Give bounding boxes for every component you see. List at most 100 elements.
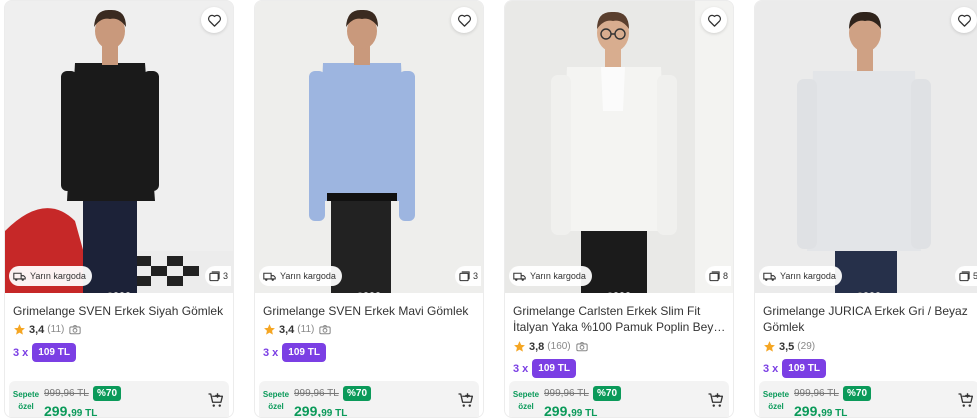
- rating-score: 3,5: [779, 340, 795, 353]
- price-box: Sepete özel 999,96 TL %70 299,99 TL: [759, 381, 977, 417]
- sale-price: 299,99 TL: [44, 403, 98, 418]
- carousel-dot[interactable]: [358, 292, 362, 293]
- installment-prefix: 3 x: [13, 346, 29, 359]
- basket-special-label: Sepete özel: [12, 390, 40, 411]
- star-icon: [764, 341, 775, 352]
- carousel-dot[interactable]: [108, 292, 112, 293]
- sale-price: 299,99 TL: [544, 403, 598, 418]
- old-price: 999,96 TL: [44, 388, 89, 399]
- rating[interactable]: 3,4 (11): [263, 323, 332, 336]
- carousel-dot[interactable]: [114, 292, 118, 293]
- product-title[interactable]: Grimelange JURICA Erkek Gri / Beyaz Göml…: [763, 303, 977, 335]
- installment-info: 3 x 109 TL: [263, 343, 326, 362]
- carousel-dot[interactable]: [376, 292, 380, 293]
- carousel-dots[interactable]: [858, 292, 880, 293]
- product-image[interactable]: Yarın kargoda 5: [755, 1, 977, 293]
- favorite-button[interactable]: [201, 7, 227, 33]
- carousel-dot[interactable]: [858, 292, 862, 293]
- add-to-cart-icon[interactable]: [207, 391, 225, 409]
- installment-amount: 109 TL: [282, 343, 326, 362]
- shipping-badge: Yarın kargoda: [9, 266, 92, 286]
- favorite-button[interactable]: [451, 7, 477, 33]
- camera-icon: [319, 325, 332, 335]
- installment-prefix: 3 x: [263, 346, 279, 359]
- product-grid: Yarın kargoda 3 Grimelange SVEN Erkek Si…: [0, 0, 977, 418]
- installment-amount: 109 TL: [32, 343, 76, 362]
- product-image[interactable]: Yarın kargoda 3: [5, 1, 233, 293]
- product-card[interactable]: Yarın kargoda 5 Grimelange JURICA Erkek …: [754, 0, 977, 418]
- truck-icon: [13, 272, 26, 281]
- favorite-button[interactable]: [951, 7, 977, 33]
- carousel-dot[interactable]: [626, 292, 630, 293]
- rating[interactable]: 3,4 (11): [13, 323, 82, 336]
- discount-badge: %70: [843, 386, 872, 401]
- rating-score: 3,8: [529, 340, 545, 353]
- rating[interactable]: 3,5 (29): [763, 340, 815, 353]
- product-card[interactable]: Yarın kargoda 8 Grimelange Carlsten Erke…: [504, 0, 734, 418]
- rating[interactable]: 3,8 (160): [513, 340, 588, 353]
- review-count: (29): [797, 341, 816, 352]
- photo-count-value: 3: [472, 271, 478, 281]
- favorite-button[interactable]: [701, 7, 727, 33]
- add-to-cart-icon[interactable]: [957, 391, 975, 409]
- product-title[interactable]: Grimelange SVEN Erkek Siyah Gömlek: [13, 303, 227, 319]
- photo-count-value: 3: [222, 271, 228, 281]
- carousel-dot[interactable]: [870, 292, 874, 293]
- price-box: Sepete özel 999,96 TL %70 299,99 TL: [9, 381, 229, 418]
- carousel-dots[interactable]: [108, 292, 130, 293]
- photo-icon: [459, 270, 470, 281]
- old-price: 999,96 TL: [294, 388, 339, 399]
- shipping-label: Yarın kargoda: [30, 271, 86, 281]
- carousel-dot[interactable]: [370, 292, 374, 293]
- truck-icon: [263, 272, 276, 281]
- carousel-dots[interactable]: [608, 292, 630, 293]
- photo-icon: [209, 270, 220, 281]
- review-photo-count[interactable]: 5: [954, 266, 977, 286]
- installment-prefix: 3 x: [513, 362, 529, 375]
- shipping-label: Yarın kargoda: [780, 271, 836, 281]
- star-icon: [514, 341, 525, 352]
- product-image[interactable]: Yarın kargoda 3: [255, 1, 483, 293]
- carousel-dot[interactable]: [608, 292, 612, 293]
- installment-amount: 109 TL: [532, 359, 576, 378]
- installment-info: 3 x 109 TL: [13, 343, 76, 362]
- basket-special-label: Sepete özel: [762, 390, 790, 411]
- review-count: (11): [47, 324, 65, 335]
- review-photo-count[interactable]: 3: [454, 266, 481, 286]
- truck-icon: [513, 272, 526, 281]
- product-title[interactable]: Grimelange Carlsten Erkek Slim Fit İtaly…: [513, 303, 727, 335]
- product-card[interactable]: Yarın kargoda 3 Grimelange SVEN Erkek Ma…: [254, 0, 484, 418]
- review-photo-count[interactable]: 3: [204, 266, 231, 286]
- product-image[interactable]: Yarın kargoda 8: [505, 1, 733, 293]
- installment-info: 3 x 109 TL: [763, 359, 826, 378]
- heart-icon: [707, 14, 721, 27]
- rating-score: 3,4: [29, 323, 45, 336]
- carousel-dot[interactable]: [126, 292, 130, 293]
- installment-info: 3 x 109 TL: [513, 359, 576, 378]
- carousel-dot[interactable]: [620, 292, 624, 293]
- carousel-dots[interactable]: [358, 292, 380, 293]
- carousel-dot[interactable]: [864, 292, 868, 293]
- old-price: 999,96 TL: [544, 388, 589, 399]
- discount-badge: %70: [593, 386, 622, 401]
- rating-score: 3,4: [279, 323, 295, 336]
- shipping-badge: Yarın kargoda: [509, 266, 592, 286]
- product-title[interactable]: Grimelange SVEN Erkek Mavi Gömlek: [263, 303, 477, 319]
- discount-badge: %70: [93, 386, 122, 401]
- star-icon: [14, 324, 25, 335]
- review-photo-count[interactable]: 8: [704, 266, 731, 286]
- carousel-dot[interactable]: [614, 292, 618, 293]
- carousel-dot[interactable]: [364, 292, 368, 293]
- carousel-dot[interactable]: [120, 292, 124, 293]
- basket-special-label: Sepete özel: [512, 390, 540, 411]
- add-to-cart-icon[interactable]: [707, 391, 725, 409]
- camera-icon: [69, 325, 82, 335]
- heart-icon: [957, 14, 971, 27]
- star-icon: [264, 324, 275, 335]
- product-card[interactable]: Yarın kargoda 3 Grimelange SVEN Erkek Si…: [4, 0, 234, 418]
- add-to-cart-icon[interactable]: [457, 391, 475, 409]
- carousel-dot[interactable]: [876, 292, 880, 293]
- heart-icon: [457, 14, 471, 27]
- review-count: (11): [297, 324, 315, 335]
- photo-count-value: 8: [722, 271, 728, 281]
